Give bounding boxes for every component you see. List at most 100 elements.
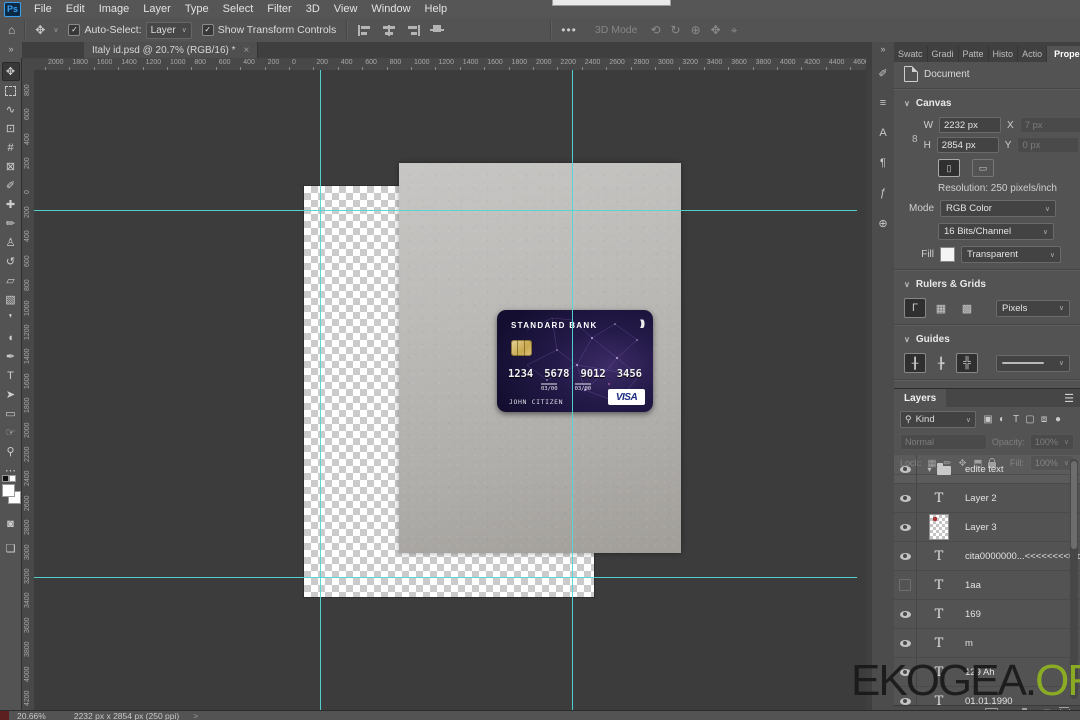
height-field[interactable]: 2854 px — [936, 137, 999, 153]
eye-icon[interactable] — [899, 465, 911, 473]
pen-tool-icon[interactable]: ✒ — [2, 347, 20, 366]
foreground-color-swatch[interactable] — [1, 484, 15, 497]
layer-row[interactable]: T Layer 2 — [894, 484, 1080, 513]
layer-visibility-cell[interactable] — [894, 513, 917, 541]
close-tab-icon[interactable]: × — [244, 45, 250, 56]
brushes-panel-icon[interactable]: ✐ — [874, 64, 892, 82]
tool-preset-caret-icon[interactable]: ∨ — [49, 26, 62, 34]
filter-pixel-layers-icon[interactable]: ▣ — [981, 414, 995, 425]
frame-tool-icon[interactable]: ⊠ — [2, 157, 20, 176]
home-icon[interactable]: ⌂ — [4, 23, 19, 37]
swap-colors-icon[interactable] — [8, 475, 16, 482]
menu-item-edit[interactable]: Edit — [59, 1, 92, 18]
zoom-tool-icon[interactable]: ⚲ — [2, 442, 20, 461]
layer-row[interactable]: T 169 — [894, 600, 1080, 629]
section-canvas[interactable]: ∨ Canvas — [894, 94, 1080, 113]
clone-stamp-tool-icon[interactable]: ♙ — [2, 233, 20, 252]
toggle-grid-icon[interactable]: ▦ — [930, 298, 952, 318]
zoom-level-field[interactable]: 20.66% — [17, 711, 46, 720]
status-options-arrow[interactable]: > — [193, 711, 198, 720]
move-tool-icon[interactable]: ✥ — [1, 62, 20, 81]
distribute-left-icon[interactable] — [454, 25, 468, 36]
align-center-h-icon[interactable] — [382, 24, 397, 36]
width-field[interactable]: 2232 px — [939, 117, 1002, 133]
opacity-field[interactable]: 100% ∨ — [1029, 434, 1074, 450]
toggle-rulers-icon[interactable]: Γ — [904, 298, 926, 318]
crop-tool-icon[interactable]: # — [2, 138, 20, 157]
adjustments-panel-icon[interactable]: ≡ — [874, 94, 892, 112]
lasso-tool-icon[interactable]: ∿ — [2, 100, 20, 119]
screen-mode-icon[interactable]: ❏ — [2, 539, 20, 558]
layer-row[interactable]: Tcita0000000...<<<<<<<<0 d — [894, 542, 1080, 571]
guide-style-select[interactable]: ∨ — [996, 354, 1070, 372]
path-select-tool-icon[interactable]: ➤ — [2, 385, 20, 404]
layer-row[interactable]: Tm — [894, 629, 1080, 658]
quick-mask-icon[interactable]: ◙ — [2, 514, 20, 533]
type-tool-icon[interactable]: T — [2, 366, 20, 385]
orientation-landscape-button[interactable]: ▭ — [972, 159, 994, 177]
blend-mode-select[interactable]: Normal — [900, 434, 987, 450]
align-left-icon[interactable] — [358, 24, 373, 36]
menu-item-select[interactable]: Select — [216, 1, 261, 18]
eye-empty-icon[interactable] — [899, 579, 911, 591]
guide-line[interactable] — [320, 70, 321, 710]
layer-visibility-cell[interactable] — [894, 629, 917, 657]
fill-swatch[interactable] — [940, 247, 955, 262]
layer-visibility-cell[interactable] — [894, 600, 917, 628]
distribute-vertical-icon[interactable] — [526, 25, 540, 36]
tab-patte[interactable]: Patte — [959, 46, 989, 62]
layer-row[interactable]: Layer 3 — [894, 513, 1080, 542]
eraser-tool-icon[interactable]: ▱ — [2, 271, 20, 290]
healing-brush-tool-icon[interactable]: ✚ — [2, 195, 20, 214]
guide-line[interactable] — [572, 70, 573, 710]
link-dimensions-icon[interactable]: 8 — [912, 134, 918, 145]
default-colors-icon[interactable] — [1, 475, 9, 482]
x-field[interactable]: 7 px — [1019, 117, 1080, 133]
shape-tool-icon[interactable]: ▭ — [2, 404, 20, 423]
filter-adjustment-layers-icon[interactable]: ◐ — [995, 414, 1009, 425]
libraries-panel-icon[interactable]: ⊕ — [874, 214, 892, 232]
section-guides[interactable]: ∨ Guides — [894, 330, 1080, 349]
hand-tool-icon[interactable]: ☞ — [2, 423, 20, 442]
eye-icon[interactable] — [899, 523, 911, 531]
tab-properties[interactable]: Properties — [1047, 46, 1080, 62]
menu-item-3d[interactable]: 3D — [299, 1, 327, 18]
menu-item-view[interactable]: View — [327, 1, 365, 18]
menu-item-filter[interactable]: Filter — [260, 1, 298, 18]
layers-tab[interactable]: Layers — [894, 389, 947, 407]
character-panel-icon[interactable]: A — [874, 124, 892, 142]
canvas-pasteboard[interactable]: STANDARD BANK ))) 1234 5678 9012 3456 03/00… — [34, 70, 866, 710]
menu-item-type[interactable]: Type — [178, 1, 216, 18]
gradient-tool-icon[interactable]: ▧ — [2, 290, 20, 309]
layer-row[interactable]: ▾ edite text — [894, 455, 1080, 484]
layer-visibility-cell[interactable] — [894, 542, 917, 570]
toolbar-dock-chevron[interactable]: » — [0, 42, 22, 58]
orientation-portrait-button[interactable]: ▯ — [938, 159, 960, 177]
tab-swatc[interactable]: Swatc — [894, 46, 928, 62]
menu-item-window[interactable]: Window — [364, 1, 417, 18]
y-field[interactable]: 0 px — [1017, 137, 1080, 153]
guide-line[interactable] — [34, 577, 857, 578]
eye-icon[interactable] — [899, 552, 911, 560]
history-brush-tool-icon[interactable]: ↺ — [2, 252, 20, 271]
lock-guides-icon[interactable]: ╊ — [930, 353, 952, 373]
filter-shape-layers-icon[interactable]: ▢ — [1023, 414, 1037, 425]
section-rulers-grids[interactable]: ∨ Rulers & Grids — [894, 275, 1080, 294]
menu-item-file[interactable]: File — [27, 1, 59, 18]
more-options-icon[interactable]: ••• — [557, 23, 581, 37]
panel-dock-chevron[interactable]: » — [880, 42, 885, 58]
menu-item-image[interactable]: Image — [92, 1, 137, 18]
document-tab[interactable]: Italy id.psd @ 20.7% (RGB/16) * × — [84, 42, 259, 58]
color-swatches[interactable] — [1, 475, 21, 508]
filter-type-layers-icon[interactable]: T — [1009, 414, 1023, 425]
fill-select[interactable]: Transparent ∨ — [961, 246, 1061, 263]
paragraph-panel-icon[interactable]: ¶ — [874, 154, 892, 172]
distribute-center-h-icon[interactable] — [478, 25, 492, 36]
panel-menu-icon[interactable]: ☰ — [1058, 392, 1080, 405]
credit-card-graphic[interactable]: STANDARD BANK ))) 1234 5678 9012 3456 03/00… — [497, 310, 653, 412]
menu-item-layer[interactable]: Layer — [136, 1, 178, 18]
new-guide-icon[interactable]: ╂ — [904, 353, 926, 373]
layer-row[interactable]: T 1aa — [894, 571, 1080, 600]
marquee-tool-icon[interactable] — [2, 81, 20, 100]
guide-line[interactable] — [34, 210, 857, 211]
